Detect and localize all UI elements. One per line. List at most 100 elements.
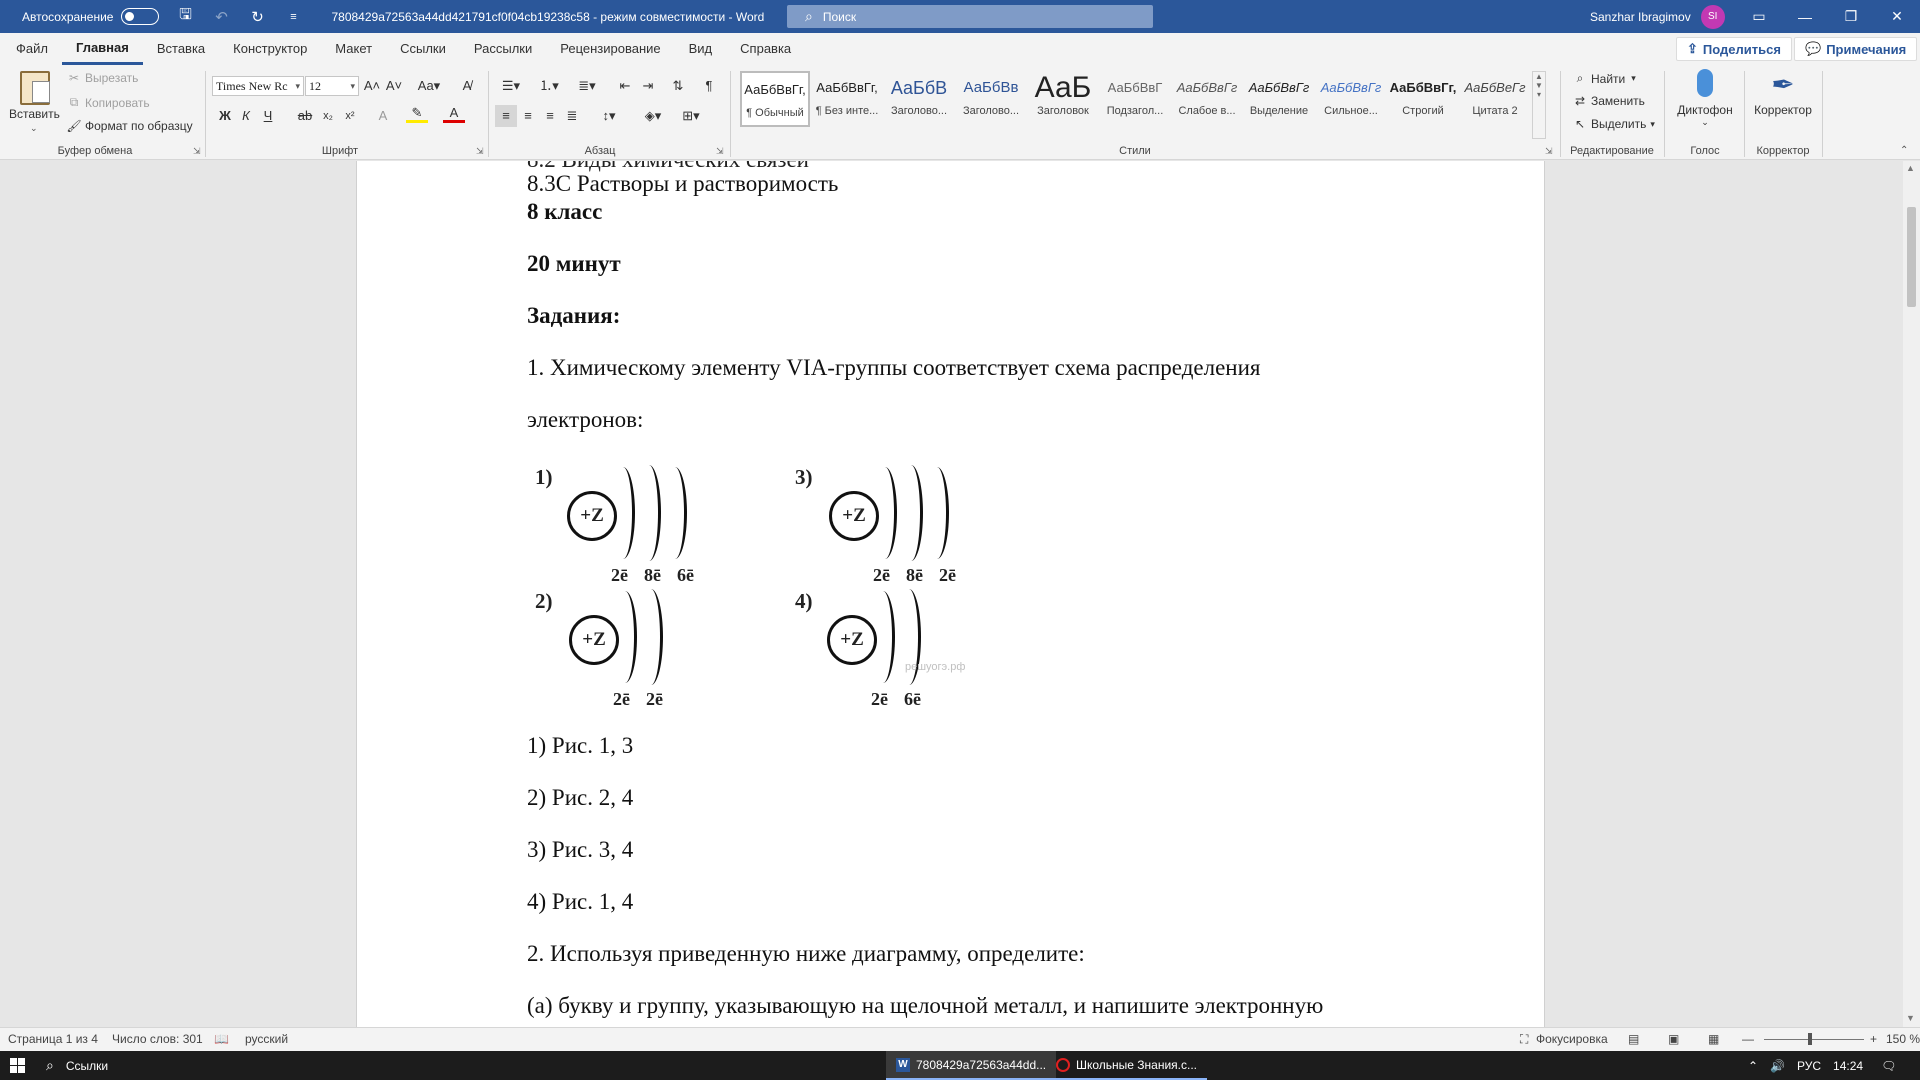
autosave-toggle[interactable]: [121, 8, 160, 25]
bold-button[interactable]: Ж: [214, 105, 236, 127]
grow-font-icon[interactable]: A˄: [361, 75, 383, 97]
sort-icon[interactable]: ⇅: [667, 75, 689, 97]
format-painter-button[interactable]: 🖌 Формат по образцу: [66, 119, 192, 133]
select-button[interactable]: ↖ Выделить ▾: [1572, 117, 1655, 131]
avatar[interactable]: SI: [1700, 4, 1725, 29]
font-name-select[interactable]: Times New Rc ▾: [212, 76, 304, 96]
shrink-font-icon[interactable]: A˅: [383, 75, 405, 97]
editor-button[interactable]: ✒ Корректор: [1748, 69, 1818, 117]
page-count[interactable]: Страница 1 из 4: [8, 1032, 98, 1046]
undo-icon[interactable]: ↶: [211, 8, 231, 26]
customize-qat-icon[interactable]: ≡: [283, 11, 303, 23]
decrease-indent-icon[interactable]: ⇤: [614, 75, 636, 97]
close-icon[interactable]: ✕: [1874, 0, 1920, 33]
change-case-icon[interactable]: Aa▾: [414, 75, 444, 97]
autosave[interactable]: Автосохранение: [22, 8, 160, 25]
vertical-scrollbar[interactable]: ▲ ▼: [1903, 161, 1920, 1027]
zoom-in-icon[interactable]: +: [1870, 1032, 1877, 1046]
volume-icon[interactable]: 🔊: [1770, 1059, 1785, 1073]
dictate-button[interactable]: Диктофон ⌄: [1670, 69, 1740, 128]
scroll-up-icon[interactable]: ▲: [1906, 163, 1915, 173]
chevron-down-icon[interactable]: ⌄: [30, 123, 38, 134]
redo-icon[interactable]: ↻: [247, 8, 267, 26]
focus-icon[interactable]: ⛶: [1520, 1032, 1528, 1047]
ribbon-display-icon[interactable]: ▭: [1736, 0, 1782, 33]
zoom-slider-thumb[interactable]: [1808, 1033, 1812, 1045]
print-layout-icon[interactable]: ▣: [1668, 1032, 1679, 1046]
increase-indent-icon[interactable]: ⇥: [637, 75, 659, 97]
zoom-level[interactable]: 150 %: [1886, 1032, 1920, 1046]
align-left-icon[interactable]: ≡: [495, 105, 517, 127]
replace-button[interactable]: ⇄ Заменить: [1572, 94, 1645, 108]
scrollbar-thumb[interactable]: [1907, 207, 1916, 307]
zoom-out-icon[interactable]: —: [1742, 1032, 1754, 1046]
find-button[interactable]: ⌕ Найти ▾: [1572, 71, 1636, 86]
style-subtitle[interactable]: АаБбВвГ Подзагол...: [1100, 71, 1170, 127]
taskbar-browser-app[interactable]: Школьные Знания.с...: [1046, 1051, 1208, 1080]
cut-button[interactable]: ✂ Вырезать: [66, 71, 138, 85]
style-quote-2[interactable]: АаБбВеГг Цитата 2: [1460, 71, 1530, 127]
share-button[interactable]: ⇪ Поделиться: [1676, 37, 1792, 61]
tab-mailings[interactable]: Рассылки: [460, 33, 546, 65]
tab-view[interactable]: Вид: [675, 33, 727, 65]
justify-icon[interactable]: ≣: [561, 105, 583, 127]
taskbar-search[interactable]: ⌕ Ссылки: [46, 1051, 108, 1080]
dialog-launcher-icon[interactable]: ⇲: [476, 146, 484, 157]
bullets-icon[interactable]: ☰▾: [496, 75, 526, 97]
borders-icon[interactable]: ⊞▾: [676, 105, 706, 127]
shading-icon[interactable]: ◈▾: [638, 105, 668, 127]
line-spacing-icon[interactable]: ↕▾: [594, 105, 624, 127]
document-page[interactable]: 8.2 Виды химических связей 8.3С Растворы…: [356, 161, 1545, 1027]
paste-icon[interactable]: [20, 71, 50, 105]
superscript-icon[interactable]: x²: [339, 105, 361, 127]
language-indicator[interactable]: русский: [245, 1032, 288, 1046]
subscript-icon[interactable]: x₂: [317, 105, 339, 127]
style-subtle-emphasis[interactable]: АаБбВвГг Слабое в...: [1172, 71, 1242, 127]
style-intense-emphasis[interactable]: АаБбВвГг Сильное...: [1316, 71, 1386, 127]
strikethrough-icon[interactable]: ab: [294, 105, 316, 127]
zoom-slider[interactable]: [1764, 1039, 1864, 1040]
notifications-icon[interactable]: 🗨: [1881, 1059, 1896, 1073]
clock[interactable]: 14:24: [1833, 1059, 1863, 1073]
word-count[interactable]: Число слов: 301: [112, 1032, 203, 1046]
numbering-icon[interactable]: ⒈▾: [534, 75, 564, 97]
start-button[interactable]: [10, 1051, 25, 1080]
styles-gallery-scroll[interactable]: ▲ ▼ ▾: [1532, 71, 1546, 139]
italic-button[interactable]: К: [235, 105, 257, 127]
input-language[interactable]: РУС: [1797, 1059, 1821, 1073]
align-right-icon[interactable]: ≡: [539, 105, 561, 127]
font-color-icon[interactable]: A: [443, 105, 465, 123]
save-icon[interactable]: 🖫: [175, 4, 195, 29]
tab-help[interactable]: Справка: [726, 33, 805, 65]
paste-button[interactable]: Вставить: [9, 107, 60, 121]
tab-review[interactable]: Рецензирование: [546, 33, 674, 65]
dialog-launcher-icon[interactable]: ⇲: [193, 146, 201, 157]
text-effects-icon[interactable]: A: [372, 105, 394, 127]
tab-design[interactable]: Конструктор: [219, 33, 321, 65]
read-mode-icon[interactable]: ▤: [1628, 1032, 1639, 1046]
style-heading-1[interactable]: АаБбВ Заголово...: [884, 71, 954, 127]
show-formatting-icon[interactable]: ¶: [698, 75, 720, 97]
style-normal[interactable]: АаБбВвГг, ¶ Обычный: [740, 71, 810, 127]
user-account[interactable]: Sanzhar Ibragimov SI: [1590, 0, 1725, 33]
minimize-icon[interactable]: —: [1782, 0, 1828, 33]
tab-file[interactable]: Файл: [2, 33, 62, 65]
highlight-icon[interactable]: ✎: [406, 105, 428, 123]
focus-mode-button[interactable]: Фокусировка: [1536, 1032, 1608, 1046]
web-layout-icon[interactable]: ▦: [1708, 1032, 1719, 1046]
proofing-icon[interactable]: 📖: [214, 1032, 229, 1046]
tab-layout[interactable]: Макет: [321, 33, 386, 65]
style-no-spacing[interactable]: АаБбВвГг, ¶ Без инте...: [812, 71, 882, 127]
dialog-launcher-icon[interactable]: ⇲: [1545, 146, 1553, 157]
align-center-icon[interactable]: ≡: [517, 105, 539, 127]
dialog-launcher-icon[interactable]: ⇲: [716, 146, 724, 157]
multilevel-list-icon[interactable]: ≣▾: [572, 75, 602, 97]
taskbar-word-app[interactable]: W 7808429a72563a44dd...: [886, 1051, 1057, 1080]
style-heading-2[interactable]: АаБбВв Заголово...: [956, 71, 1026, 127]
clear-formatting-icon[interactable]: A̸: [456, 75, 478, 97]
style-title[interactable]: АаБ Заголовок: [1028, 71, 1098, 127]
comments-button[interactable]: 💬 Примечания: [1794, 37, 1918, 61]
scroll-down-icon[interactable]: ▼: [1906, 1013, 1915, 1023]
tab-references[interactable]: Ссылки: [386, 33, 460, 65]
underline-button[interactable]: Ч: [257, 105, 279, 127]
